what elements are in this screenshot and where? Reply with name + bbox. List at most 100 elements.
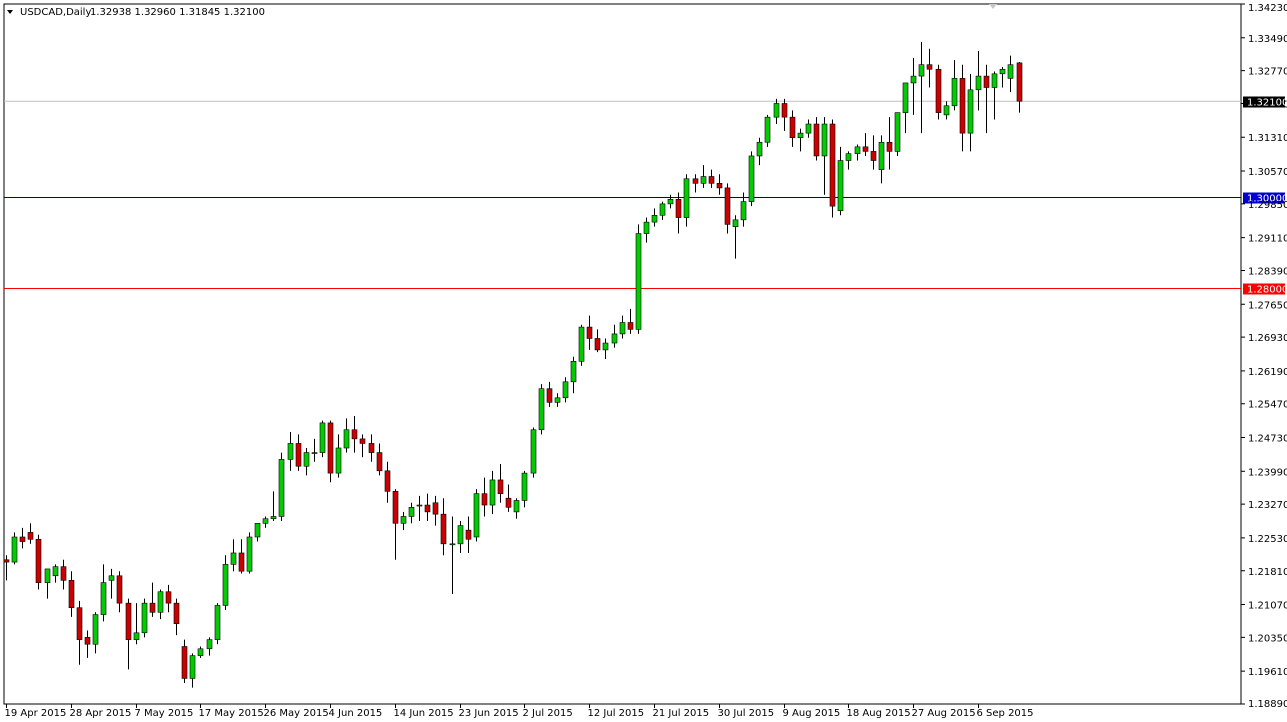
candle-bear[interactable] bbox=[295, 443, 302, 467]
candle-bear[interactable] bbox=[173, 602, 180, 624]
candle-bull[interactable] bbox=[756, 141, 763, 157]
candle-bull[interactable] bbox=[1007, 64, 1014, 79]
candle-bull[interactable] bbox=[489, 479, 496, 506]
candle-bear[interactable] bbox=[181, 646, 188, 679]
candle-bull[interactable] bbox=[335, 447, 342, 474]
candle-bear[interactable] bbox=[481, 493, 488, 506]
candle-bear[interactable] bbox=[3, 559, 10, 563]
candle-bull[interactable] bbox=[521, 472, 528, 501]
candle-bull[interactable] bbox=[197, 648, 204, 656]
candle-bull[interactable] bbox=[878, 141, 885, 170]
candle-bull[interactable] bbox=[287, 443, 294, 460]
candle-bull[interactable] bbox=[222, 564, 229, 606]
candle-bull[interactable] bbox=[740, 201, 747, 221]
candle-bear[interactable] bbox=[27, 532, 34, 540]
candle-bull[interactable] bbox=[902, 82, 909, 113]
candle-bear[interactable] bbox=[60, 566, 67, 581]
candle-bear[interactable] bbox=[384, 470, 391, 492]
candle-bull[interactable] bbox=[554, 397, 561, 403]
candle-bear[interactable] bbox=[789, 116, 796, 139]
candle-bull[interactable] bbox=[214, 605, 221, 640]
candle-bull[interactable] bbox=[683, 178, 690, 218]
candle-bull[interactable] bbox=[700, 176, 707, 184]
candle-bull[interactable] bbox=[821, 123, 828, 157]
candle-bull[interactable] bbox=[157, 591, 164, 613]
candle-bear[interactable] bbox=[675, 199, 682, 218]
candle-bull[interactable] bbox=[343, 429, 350, 449]
candle-bull[interactable] bbox=[773, 103, 780, 118]
candle-bear[interactable] bbox=[125, 602, 132, 640]
candle-bull[interactable] bbox=[319, 422, 326, 453]
candle-bull[interactable] bbox=[562, 381, 569, 399]
candle-bull[interactable] bbox=[141, 602, 148, 634]
candle-bear[interactable] bbox=[368, 443, 375, 453]
candle-bull[interactable] bbox=[837, 160, 844, 212]
candle-bear[interactable] bbox=[959, 78, 966, 134]
candle-bear[interactable] bbox=[781, 103, 788, 118]
candle-bull[interactable] bbox=[611, 333, 618, 344]
candle-bear[interactable] bbox=[327, 422, 334, 474]
candle-bull[interactable] bbox=[659, 203, 666, 216]
candle-bear[interactable] bbox=[708, 176, 715, 184]
candle-bull[interactable] bbox=[206, 639, 213, 650]
candle-bull[interactable] bbox=[602, 342, 609, 351]
candle-bull[interactable] bbox=[400, 516, 407, 524]
candle-bear[interactable] bbox=[376, 452, 383, 472]
candle-bull[interactable] bbox=[108, 575, 115, 581]
candle-bull[interactable] bbox=[133, 632, 140, 640]
candle-bull[interactable] bbox=[732, 219, 739, 227]
candle-bull[interactable] bbox=[416, 504, 423, 507]
candle-bear[interactable] bbox=[35, 538, 42, 583]
candle-bull[interactable] bbox=[999, 68, 1006, 75]
candle-bull[interactable] bbox=[991, 73, 998, 88]
candle-bull[interactable] bbox=[570, 361, 577, 383]
plot-area[interactable] bbox=[3, 3, 1242, 705]
candle-bear[interactable] bbox=[165, 591, 172, 604]
candle-bull[interactable] bbox=[635, 233, 642, 330]
candle-bull[interactable] bbox=[651, 214, 658, 223]
candle-bull[interactable] bbox=[619, 322, 626, 335]
candle-bear[interactable] bbox=[465, 529, 472, 540]
candle-bull[interactable] bbox=[449, 543, 456, 546]
candle-bear[interactable] bbox=[432, 502, 439, 515]
candle-bull[interactable] bbox=[44, 568, 51, 583]
candle-bear[interactable] bbox=[351, 429, 358, 440]
candle-bull[interactable] bbox=[943, 105, 950, 116]
candle-bear[interactable] bbox=[692, 178, 699, 184]
candle-bear[interactable] bbox=[116, 575, 123, 604]
candle-bear[interactable] bbox=[586, 326, 593, 339]
candle-bull[interactable] bbox=[805, 123, 812, 134]
candle-bear[interactable] bbox=[76, 607, 83, 640]
candlestick-chart[interactable]: 1.300001.28000 1.342301.334901.327701.32… bbox=[0, 0, 1287, 722]
candle-bull[interactable] bbox=[910, 75, 917, 84]
candle-bull[interactable] bbox=[854, 146, 861, 154]
candle-bull[interactable] bbox=[11, 536, 18, 563]
candle-bull[interactable] bbox=[967, 89, 974, 134]
candle-bull[interactable] bbox=[748, 155, 755, 202]
candle-bear[interactable] bbox=[627, 322, 634, 330]
candle-bull[interactable] bbox=[643, 221, 650, 234]
candle-bear[interactable] bbox=[149, 602, 156, 613]
candle-bull[interactable] bbox=[951, 78, 958, 107]
candle-bear[interactable] bbox=[813, 123, 820, 157]
candle-bull[interactable] bbox=[311, 452, 318, 454]
candle-bear[interactable] bbox=[238, 552, 245, 572]
candle-bull[interactable] bbox=[408, 507, 415, 517]
candle-bull[interactable] bbox=[667, 199, 674, 205]
candle-bear[interactable] bbox=[505, 497, 512, 508]
candle-bull[interactable] bbox=[100, 582, 107, 615]
candle-bull[interactable] bbox=[303, 452, 310, 467]
candle-bull[interactable] bbox=[457, 525, 464, 545]
candle-bear[interactable] bbox=[886, 141, 893, 152]
candle-bull[interactable] bbox=[538, 388, 545, 431]
candle-bull[interactable] bbox=[270, 516, 277, 520]
candle-bull[interactable] bbox=[278, 459, 285, 517]
candle-bull[interactable] bbox=[578, 326, 585, 362]
candle-bear[interactable] bbox=[440, 513, 447, 545]
candle-bull[interactable] bbox=[918, 64, 925, 77]
candle-bull[interactable] bbox=[845, 153, 852, 161]
candle-bull[interactable] bbox=[530, 429, 537, 474]
candle-bull[interactable] bbox=[262, 518, 269, 524]
candle-bear[interactable] bbox=[497, 479, 504, 494]
candle-bull[interactable] bbox=[975, 75, 982, 91]
